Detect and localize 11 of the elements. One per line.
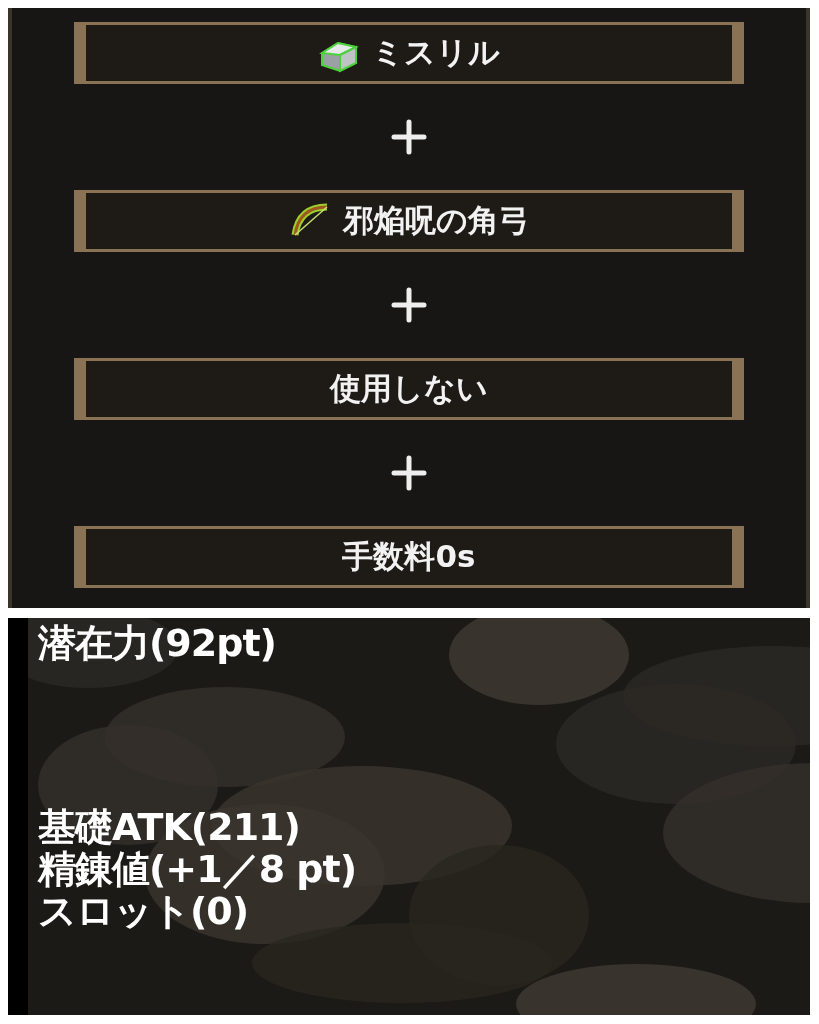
potential-text: 潜在力(92pt) [38,620,276,664]
plus-icon [391,287,427,323]
stat-text: 精錬値(+1／8 pt) [38,848,357,890]
item-slot[interactable]: ミスリル [74,22,744,84]
plus-icon [391,119,427,155]
item-slot[interactable]: 手数料0s [74,526,744,588]
item-slot[interactable]: 使用しない [74,358,744,420]
item-slot[interactable]: 邪焔呪の角弓 [74,190,744,252]
stat-text: スロット(0) [38,890,249,932]
plus-icon [391,455,427,491]
stat-text: 基礎ATK(211) [38,806,300,848]
